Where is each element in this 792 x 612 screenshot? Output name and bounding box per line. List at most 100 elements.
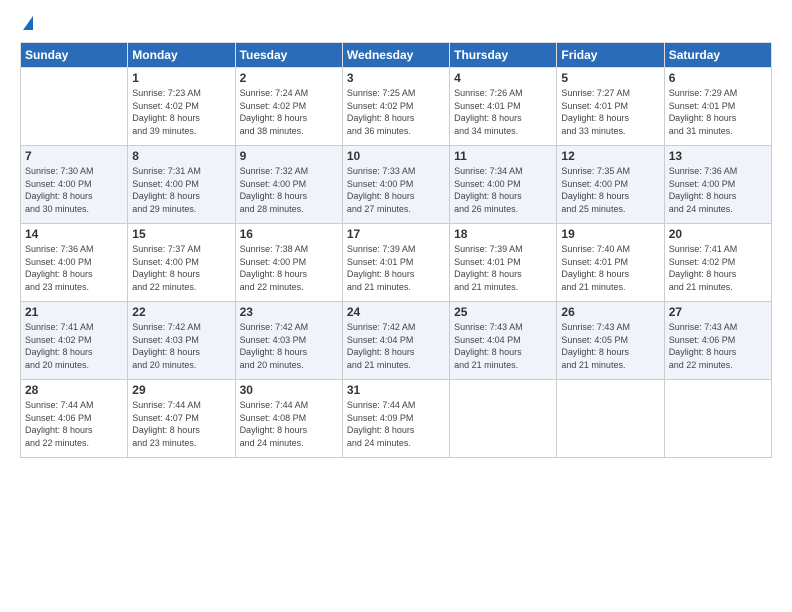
calendar-cell (450, 380, 557, 458)
day-number: 26 (561, 305, 659, 319)
calendar-cell: 24Sunrise: 7:42 AM Sunset: 4:04 PM Dayli… (342, 302, 449, 380)
calendar-cell: 4 Sunrise: 7:26 AM Sunset: 4:01 PM Daylig… (450, 68, 557, 146)
day-number: 14 (25, 227, 123, 241)
day-number: 21 (25, 305, 123, 319)
day-number: 9 (240, 149, 338, 163)
day-info: Sunrise: 7:43 AM Sunset: 4:06 PM Dayligh… (669, 321, 767, 371)
day-number: 8 (132, 149, 230, 163)
day-number: 23 (240, 305, 338, 319)
calendar-cell: 17 Sunrise: 7:39 AM Sunset: 4:01 PM Dayli… (342, 224, 449, 302)
calendar-cell: 1 Sunrise: 7:23 AM Sunset: 4:02 PM Daylig… (128, 68, 235, 146)
day-number: 31 (347, 383, 445, 397)
day-number: 12 (561, 149, 659, 163)
calendar-week-row: 7 Sunrise: 7:30 AM Sunset: 4:00 PM Daylig… (21, 146, 772, 224)
day-info: Sunrise: 7:25 AM Sunset: 4:02 PM Dayligh… (347, 87, 445, 137)
calendar-cell: 12 Sunrise: 7:35 AM Sunset: 4:00 PM Dayli… (557, 146, 664, 224)
day-number: 18 (454, 227, 552, 241)
day-info: Sunrise: 7:44 AM Sunset: 4:07 PM Dayligh… (132, 399, 230, 449)
day-info: Sunrise: 7:42 AM Sunset: 4:03 PM Dayligh… (240, 321, 338, 371)
day-of-week-header: Monday (128, 43, 235, 68)
day-info: Sunrise: 7:44 AM Sunset: 4:08 PM Dayligh… (240, 399, 338, 449)
day-info: Sunrise: 7:41 AM Sunset: 4:02 PM Dayligh… (669, 243, 767, 293)
calendar-cell: 5 Sunrise: 7:27 AM Sunset: 4:01 PM Daylig… (557, 68, 664, 146)
days-of-week-row: SundayMondayTuesdayWednesdayThursdayFrid… (21, 43, 772, 68)
calendar-page: SundayMondayTuesdayWednesdayThursdayFrid… (0, 0, 792, 612)
calendar-cell: 22Sunrise: 7:42 AM Sunset: 4:03 PM Dayli… (128, 302, 235, 380)
day-info: Sunrise: 7:42 AM Sunset: 4:04 PM Dayligh… (347, 321, 445, 371)
day-info: Sunrise: 7:30 AM Sunset: 4:00 PM Dayligh… (25, 165, 123, 215)
day-number: 22 (132, 305, 230, 319)
day-number: 1 (132, 71, 230, 85)
day-number: 10 (347, 149, 445, 163)
calendar-table: SundayMondayTuesdayWednesdayThursdayFrid… (20, 42, 772, 458)
calendar-week-row: 28Sunrise: 7:44 AM Sunset: 4:06 PM Dayli… (21, 380, 772, 458)
day-info: Sunrise: 7:29 AM Sunset: 4:01 PM Dayligh… (669, 87, 767, 137)
calendar-cell: 10 Sunrise: 7:33 AM Sunset: 4:00 PM Dayli… (342, 146, 449, 224)
calendar-cell: 7 Sunrise: 7:30 AM Sunset: 4:00 PM Daylig… (21, 146, 128, 224)
calendar-cell: 13Sunrise: 7:36 AM Sunset: 4:00 PM Dayli… (664, 146, 771, 224)
day-info: Sunrise: 7:44 AM Sunset: 4:09 PM Dayligh… (347, 399, 445, 449)
day-info: Sunrise: 7:34 AM Sunset: 4:00 PM Dayligh… (454, 165, 552, 215)
day-number: 5 (561, 71, 659, 85)
day-number: 7 (25, 149, 123, 163)
day-number: 6 (669, 71, 767, 85)
day-of-week-header: Saturday (664, 43, 771, 68)
calendar-cell: 25 Sunrise: 7:43 AM Sunset: 4:04 PM Dayli… (450, 302, 557, 380)
calendar-cell: 21 Sunrise: 7:41 AM Sunset: 4:02 PM Dayli… (21, 302, 128, 380)
day-of-week-header: Tuesday (235, 43, 342, 68)
calendar-cell: 8 Sunrise: 7:31 AM Sunset: 4:00 PM Daylig… (128, 146, 235, 224)
calendar-cell: 16 Sunrise: 7:38 AM Sunset: 4:00 PM Dayli… (235, 224, 342, 302)
day-number: 4 (454, 71, 552, 85)
calendar-cell: 28Sunrise: 7:44 AM Sunset: 4:06 PM Dayli… (21, 380, 128, 458)
calendar-cell: 26 Sunrise: 7:43 AM Sunset: 4:05 PM Dayli… (557, 302, 664, 380)
calendar-cell: 31 Sunrise: 7:44 AM Sunset: 4:09 PM Dayli… (342, 380, 449, 458)
day-info: Sunrise: 7:43 AM Sunset: 4:05 PM Dayligh… (561, 321, 659, 371)
day-info: Sunrise: 7:35 AM Sunset: 4:00 PM Dayligh… (561, 165, 659, 215)
day-of-week-header: Wednesday (342, 43, 449, 68)
day-info: Sunrise: 7:31 AM Sunset: 4:00 PM Dayligh… (132, 165, 230, 215)
calendar-cell: 11Sunrise: 7:34 AM Sunset: 4:00 PM Dayli… (450, 146, 557, 224)
calendar-cell: 6 Sunrise: 7:29 AM Sunset: 4:01 PM Daylig… (664, 68, 771, 146)
day-number: 29 (132, 383, 230, 397)
day-info: Sunrise: 7:43 AM Sunset: 4:04 PM Dayligh… (454, 321, 552, 371)
day-info: Sunrise: 7:37 AM Sunset: 4:00 PM Dayligh… (132, 243, 230, 293)
day-info: Sunrise: 7:36 AM Sunset: 4:00 PM Dayligh… (669, 165, 767, 215)
day-info: Sunrise: 7:24 AM Sunset: 4:02 PM Dayligh… (240, 87, 338, 137)
calendar-cell: 14 Sunrise: 7:36 AM Sunset: 4:00 PM Dayli… (21, 224, 128, 302)
calendar-cell (664, 380, 771, 458)
day-info: Sunrise: 7:26 AM Sunset: 4:01 PM Dayligh… (454, 87, 552, 137)
day-info: Sunrise: 7:41 AM Sunset: 4:02 PM Dayligh… (25, 321, 123, 371)
day-info: Sunrise: 7:39 AM Sunset: 4:01 PM Dayligh… (454, 243, 552, 293)
header (20, 16, 772, 32)
calendar-cell: 30 Sunrise: 7:44 AM Sunset: 4:08 PM Dayli… (235, 380, 342, 458)
day-number: 28 (25, 383, 123, 397)
calendar-cell: 29 Sunrise: 7:44 AM Sunset: 4:07 PM Dayli… (128, 380, 235, 458)
day-of-week-header: Friday (557, 43, 664, 68)
calendar-cell: 27 Sunrise: 7:43 AM Sunset: 4:06 PM Dayli… (664, 302, 771, 380)
day-number: 19 (561, 227, 659, 241)
calendar-cell: 19Sunrise: 7:40 AM Sunset: 4:01 PM Dayli… (557, 224, 664, 302)
day-number: 15 (132, 227, 230, 241)
day-number: 2 (240, 71, 338, 85)
day-number: 27 (669, 305, 767, 319)
calendar-cell: 15 Sunrise: 7:37 AM Sunset: 4:00 PM Dayli… (128, 224, 235, 302)
day-info: Sunrise: 7:39 AM Sunset: 4:01 PM Dayligh… (347, 243, 445, 293)
calendar-cell: 3 Sunrise: 7:25 AM Sunset: 4:02 PM Daylig… (342, 68, 449, 146)
day-number: 25 (454, 305, 552, 319)
day-of-week-header: Thursday (450, 43, 557, 68)
calendar-cell (557, 380, 664, 458)
calendar-week-row: 1 Sunrise: 7:23 AM Sunset: 4:02 PM Daylig… (21, 68, 772, 146)
day-info: Sunrise: 7:33 AM Sunset: 4:00 PM Dayligh… (347, 165, 445, 215)
day-info: Sunrise: 7:38 AM Sunset: 4:00 PM Dayligh… (240, 243, 338, 293)
logo (20, 16, 33, 32)
calendar-cell: 20Sunrise: 7:41 AM Sunset: 4:02 PM Dayli… (664, 224, 771, 302)
day-info: Sunrise: 7:36 AM Sunset: 4:00 PM Dayligh… (25, 243, 123, 293)
calendar-cell: 2 Sunrise: 7:24 AM Sunset: 4:02 PM Daylig… (235, 68, 342, 146)
day-number: 17 (347, 227, 445, 241)
day-info: Sunrise: 7:27 AM Sunset: 4:01 PM Dayligh… (561, 87, 659, 137)
calendar-week-row: 14 Sunrise: 7:36 AM Sunset: 4:00 PM Dayli… (21, 224, 772, 302)
day-number: 16 (240, 227, 338, 241)
day-info: Sunrise: 7:23 AM Sunset: 4:02 PM Dayligh… (132, 87, 230, 137)
day-number: 3 (347, 71, 445, 85)
day-number: 30 (240, 383, 338, 397)
